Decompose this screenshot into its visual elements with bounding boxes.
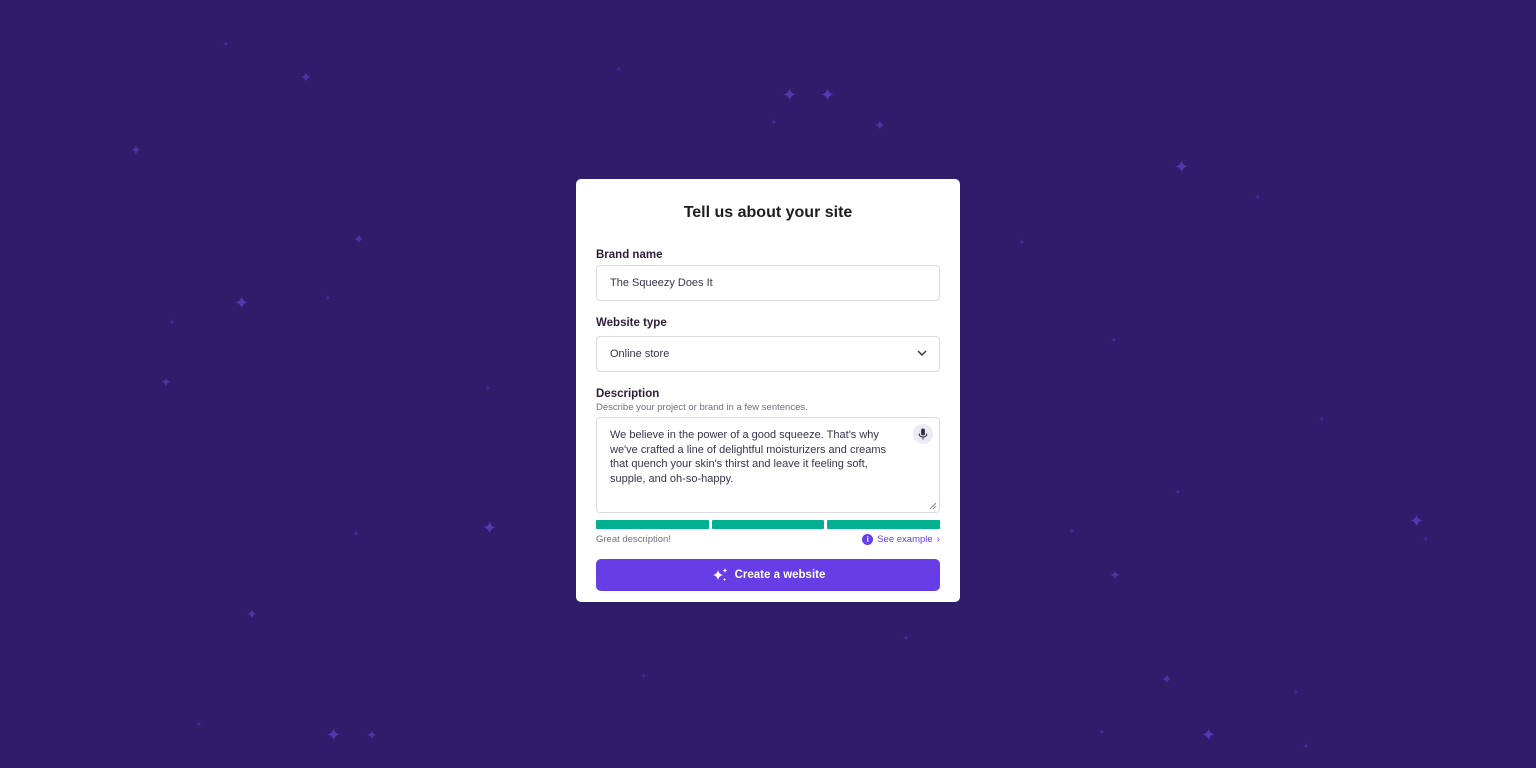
description-hint: Describe your project or brand in a few … xyxy=(596,402,808,413)
sparkle-icon: ✦ xyxy=(1174,487,1182,497)
sparkle-icon: ✦ xyxy=(770,117,778,127)
sparkle-icon: ✦ xyxy=(130,142,142,158)
description-label: Description xyxy=(596,388,660,400)
sparkle-icon: ✦ xyxy=(222,39,230,49)
sparkle-icon: ✦ xyxy=(615,64,623,74)
brand-name-value: The Squeezy Does It xyxy=(610,277,713,289)
sparkle-icon: ✦ xyxy=(902,633,910,643)
sparkle-icon: ✦ xyxy=(366,727,378,743)
sparkle-icon: ✦ xyxy=(1422,534,1430,544)
sparkle-icon: ✦ xyxy=(484,383,492,393)
sparkle-icon: ✦ xyxy=(1161,671,1173,687)
card-title: Tell us about your site xyxy=(683,204,853,221)
sparkle-icon: ✦ xyxy=(1318,414,1326,424)
sparkle-icon: ✦ xyxy=(874,117,886,133)
sparkle-icon: ✦ xyxy=(324,293,332,303)
sparkle-icon: ✦ xyxy=(1254,192,1262,202)
sparkle-icon: ✦ xyxy=(1018,237,1026,247)
sparkle-icon: ✦ xyxy=(482,518,498,538)
sparkle-icon: ✦ xyxy=(300,69,312,85)
sparkle-icon: ✦ xyxy=(1110,335,1118,345)
microphone-button[interactable] xyxy=(913,424,933,444)
see-example-link[interactable]: i See example › xyxy=(862,533,940,545)
sparkle-icon: ✦ xyxy=(640,671,648,681)
description-quality-meter xyxy=(596,520,941,529)
info-icon: i xyxy=(862,533,874,545)
sparkle-icon: ✦ xyxy=(168,317,176,327)
website-type-value: Online store xyxy=(610,348,670,360)
sparkle-icon: ✦ xyxy=(353,231,365,247)
sparkle-icon: ✦ xyxy=(352,529,360,539)
sparkle-icon: ✦ xyxy=(782,85,798,105)
website-type-label: Website type xyxy=(596,317,667,329)
description-meta-row: Great description! i See example › xyxy=(596,532,940,546)
sparkle-icon: ✦ xyxy=(326,725,342,745)
meter-segment xyxy=(711,520,825,529)
sparkle-icon: ✦ xyxy=(160,374,172,390)
description-value: We believe in the power of a good squeez… xyxy=(610,429,887,485)
sparkle-icon: ✦ xyxy=(234,293,250,313)
sparkles-icon xyxy=(712,568,728,581)
sparkle-icon: ✦ xyxy=(195,719,203,729)
meter-segment xyxy=(596,520,709,529)
brand-name-label: Brand name xyxy=(596,249,663,261)
chevron-right-icon: › xyxy=(936,533,940,545)
sparkle-icon: ✦ xyxy=(1098,727,1106,737)
sparkle-icon: ✦ xyxy=(820,85,836,105)
sparkle-icon: ✦ xyxy=(1174,157,1190,177)
microphone-icon xyxy=(918,428,928,440)
sparkle-icon: ✦ xyxy=(1409,511,1425,531)
sparkle-icon: ✦ xyxy=(1201,725,1217,745)
create-website-label: Create a website xyxy=(734,569,826,581)
sparkle-icon: ✦ xyxy=(1068,526,1076,536)
brand-name-input[interactable]: The Squeezy Does It xyxy=(596,265,940,301)
sparkle-icon: ✦ xyxy=(246,606,258,622)
site-details-card: Tell us about your site Brand name The S… xyxy=(576,179,960,602)
website-type-select[interactable]: Online store xyxy=(596,336,940,372)
resize-handle-icon[interactable] xyxy=(929,502,937,510)
description-textarea[interactable]: We believe in the power of a good squeez… xyxy=(596,417,940,513)
create-website-button[interactable]: Create a website xyxy=(596,559,940,591)
quality-feedback-text: Great description! xyxy=(596,533,671,545)
meter-segment xyxy=(827,520,941,529)
sparkle-icon: ✦ xyxy=(1292,687,1300,697)
see-example-label: See example xyxy=(877,533,933,545)
sparkle-icon: ✦ xyxy=(1302,741,1310,751)
chevron-down-icon xyxy=(917,350,927,357)
sparkle-icon: ✦ xyxy=(1109,567,1121,583)
